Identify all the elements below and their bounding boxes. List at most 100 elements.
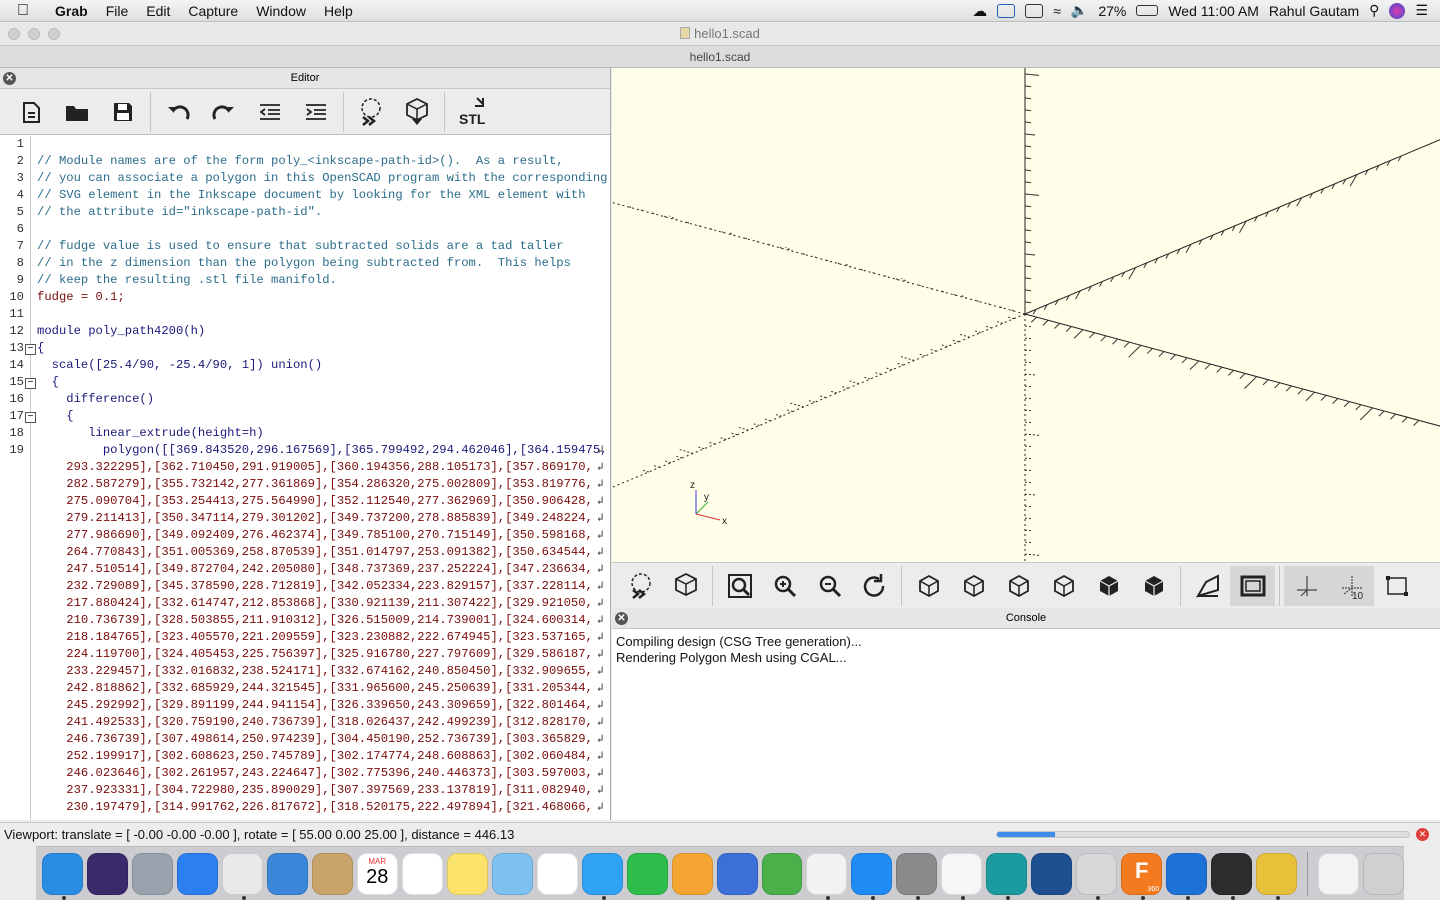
battery-icon[interactable] xyxy=(1136,5,1159,16)
dock-keynote-icon[interactable] xyxy=(716,852,758,895)
view-back-button[interactable] xyxy=(1131,566,1176,606)
dock-grab-icon[interactable] xyxy=(1076,852,1118,900)
dock-documents-icon[interactable] xyxy=(1318,852,1360,895)
export-stl-button[interactable]: STL xyxy=(449,92,495,132)
dock-messages-icon[interactable] xyxy=(581,852,623,900)
dock-teamviewer-icon[interactable] xyxy=(1166,852,1208,900)
axis-tick-mark xyxy=(1024,229,1032,232)
dock-pages-icon[interactable] xyxy=(671,852,713,895)
siri-icon[interactable] xyxy=(1389,2,1406,19)
minimize-window-button[interactable] xyxy=(28,28,40,40)
line-wrap-icon: ↲ xyxy=(597,513,604,525)
undo-button[interactable] xyxy=(155,92,201,132)
menu-edit[interactable]: Edit xyxy=(137,3,179,19)
dock-app-store-icon[interactable] xyxy=(851,852,893,900)
battery-percent[interactable]: 27% xyxy=(1098,3,1126,19)
dock-finder-icon[interactable] xyxy=(42,852,83,900)
view-left-button[interactable] xyxy=(1041,566,1086,606)
preview-button[interactable] xyxy=(348,92,394,132)
view-all-button[interactable] xyxy=(717,566,762,606)
console-output[interactable]: Compiling design (CSG Tree generation)..… xyxy=(612,629,1440,671)
show-edges-button[interactable] xyxy=(1374,566,1419,606)
open-file-button[interactable] xyxy=(54,92,100,132)
orthogonal-button[interactable] xyxy=(1230,565,1275,606)
render-button[interactable] xyxy=(663,566,708,606)
dock-maps-icon[interactable] xyxy=(491,852,533,895)
dock-notes-icon[interactable] xyxy=(446,852,488,895)
axis-tick-mark xyxy=(985,325,992,329)
fold-toggle-icon[interactable]: − xyxy=(25,378,36,389)
dock-facetime-icon[interactable] xyxy=(626,852,668,895)
cloud-upload-icon[interactable]: ☁ xyxy=(972,2,987,20)
dock-system-preferences-icon[interactable] xyxy=(896,852,938,900)
fold-toggle-icon[interactable]: − xyxy=(25,344,36,355)
notification-center-icon[interactable]: ☰ xyxy=(1415,2,1428,19)
menu-help[interactable]: Help xyxy=(315,3,362,19)
preview-button[interactable] xyxy=(618,566,663,606)
zoom-window-button[interactable] xyxy=(48,28,60,40)
editor-close-icon[interactable]: ✕ xyxy=(3,72,16,85)
cancel-render-button[interactable]: ✕ xyxy=(1416,828,1429,841)
axis-tick-mark xyxy=(1024,445,1032,448)
menu-clock[interactable]: Wed 11:00 AM xyxy=(1168,3,1259,19)
axis-tick-mark xyxy=(1262,379,1269,386)
dock-photos-icon[interactable] xyxy=(536,852,578,895)
view-top-button[interactable] xyxy=(951,566,996,606)
dock-reminders-icon[interactable] xyxy=(401,852,443,895)
teamviewer-status-icon[interactable] xyxy=(997,3,1016,18)
wifi-icon[interactable]: ≈ xyxy=(1053,3,1061,19)
render-button[interactable] xyxy=(394,92,440,132)
unindent-button[interactable] xyxy=(247,92,293,132)
dock-launchpad-icon[interactable] xyxy=(131,852,173,895)
dock-bbedit-icon[interactable] xyxy=(1031,852,1073,895)
spotlight-search-icon[interactable]: ⚲ xyxy=(1369,2,1379,19)
code-line: { xyxy=(37,341,45,355)
console-close-icon[interactable]: ✕ xyxy=(615,612,628,625)
menu-capture[interactable]: Capture xyxy=(179,3,247,19)
save-button[interactable] xyxy=(100,92,146,132)
volume-icon[interactable]: 🔈 xyxy=(1071,2,1088,19)
dock-xquartz-icon[interactable] xyxy=(1211,852,1253,900)
view-right-button[interactable] xyxy=(906,566,951,606)
show-scale-markers-button[interactable]: 10 xyxy=(1329,565,1374,606)
dock-calendar-icon[interactable]: MAR 28 xyxy=(356,852,398,895)
line-wrap-icon: ↲ xyxy=(597,802,604,814)
new-file-button[interactable] xyxy=(8,92,54,132)
reset-view-button[interactable] xyxy=(852,566,897,606)
code-editor[interactable]: 1 2// Module names are of the form poly_<… xyxy=(0,136,610,820)
fold-toggle-icon[interactable]: − xyxy=(25,412,36,423)
3d-viewport[interactable]: x yz xyxy=(612,68,1440,562)
dock-siri-icon[interactable] xyxy=(86,852,128,895)
close-window-button[interactable] xyxy=(8,28,20,40)
axis-tick-mark xyxy=(642,469,649,473)
dock-numbers-icon[interactable] xyxy=(761,852,803,895)
app-menu[interactable]: Grab xyxy=(46,3,97,19)
dock-mail-icon[interactable] xyxy=(266,852,308,895)
dock-openscad-icon[interactable] xyxy=(1256,852,1298,900)
screen-mirror-icon[interactable] xyxy=(1025,3,1044,18)
menu-file[interactable]: File xyxy=(97,3,138,19)
dock-fusion-360-icon[interactable]: F 360 xyxy=(1121,852,1163,900)
view-bottom-button[interactable] xyxy=(996,566,1041,606)
apple-menu-icon[interactable]:  xyxy=(0,2,46,20)
document-tab[interactable]: hello1.scad xyxy=(0,45,1440,68)
show-axes-button[interactable] xyxy=(1284,565,1329,606)
zoom-out-button[interactable] xyxy=(807,566,852,606)
menu-window[interactable]: Window xyxy=(247,3,315,19)
show-scale-markers-icon: 10 xyxy=(1341,575,1363,600)
view-front-button[interactable] xyxy=(1086,566,1131,606)
dock-itunes-icon[interactable] xyxy=(806,852,848,900)
redo-button[interactable] xyxy=(201,92,247,132)
perspective-button[interactable] xyxy=(1185,566,1230,606)
indent-button[interactable] xyxy=(293,92,339,132)
dock-trash-icon[interactable] xyxy=(1363,852,1405,895)
zoom-in-button[interactable] xyxy=(762,566,807,606)
dock-vlc-icon[interactable] xyxy=(941,852,983,900)
dock-contacts-icon[interactable] xyxy=(311,852,353,895)
dock-arduino-icon[interactable] xyxy=(986,852,1028,900)
dock-chrome-icon[interactable] xyxy=(221,852,263,900)
render-progress-bar xyxy=(996,831,1410,838)
axis-tick-mark xyxy=(679,449,694,454)
user-name[interactable]: Rahul Gautam xyxy=(1269,3,1359,19)
dock-safari-icon[interactable] xyxy=(176,852,218,895)
